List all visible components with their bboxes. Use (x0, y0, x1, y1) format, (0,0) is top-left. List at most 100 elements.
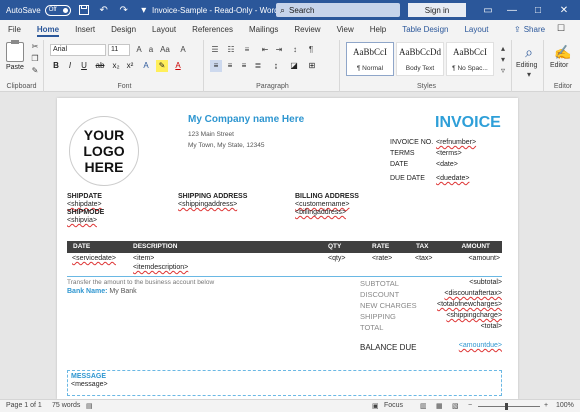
justify-icon[interactable]: ≣ (252, 60, 264, 72)
shading-icon[interactable]: ◪ (288, 60, 300, 72)
document-page[interactable]: YOUR LOGO HERE My Company name Here 123 … (57, 98, 518, 399)
col-amount: AMOUNT (461, 243, 490, 250)
tab-insert[interactable]: Insert (67, 20, 103, 38)
cut-icon[interactable]: ✂ (30, 42, 40, 52)
minimize-button[interactable]: — (500, 0, 524, 20)
bank-value: My Bank (109, 288, 137, 295)
clear-formatting-icon[interactable]: A (178, 45, 188, 55)
tab-references[interactable]: References (184, 20, 241, 38)
superscript-icon[interactable]: x² (124, 60, 136, 72)
styles-more-icon[interactable]: ▿ (498, 66, 508, 76)
tab-design[interactable]: Design (103, 20, 144, 38)
tab-file[interactable]: File (0, 20, 29, 38)
page-count[interactable]: Page 1 of 1 (6, 402, 42, 409)
undo-icon[interactable]: ↶ (97, 3, 111, 17)
sign-in-button[interactable]: Sign in (408, 3, 466, 17)
align-left-icon[interactable]: ≡ (210, 60, 222, 72)
focus-icon[interactable]: ▣ (372, 402, 379, 410)
line-spacing-icon[interactable]: ↨ (270, 60, 282, 72)
align-center-icon[interactable]: ≡ (224, 60, 236, 72)
read-mode-icon[interactable]: ▥ (420, 402, 427, 410)
shipping-address-label: SHIPPING ADDRESS (178, 193, 248, 200)
paste-button-label[interactable]: Paste (6, 64, 24, 71)
sort-icon[interactable]: ↕ (290, 45, 300, 55)
grow-font-icon[interactable]: A (134, 45, 144, 55)
maximize-button[interactable]: □ (526, 0, 550, 20)
font-name-select[interactable]: Arial (50, 44, 106, 56)
strikethrough-icon[interactable]: ab (94, 60, 106, 72)
underline-icon[interactable]: U (78, 60, 90, 72)
zoom-out-button[interactable]: − (468, 402, 472, 409)
zoom-slider-thumb[interactable] (505, 403, 508, 410)
editing-button[interactable]: Editing (516, 62, 537, 69)
editor-button[interactable]: Editor (550, 62, 568, 69)
shipping-label: SHIPPING (360, 312, 396, 321)
print-layout-icon[interactable]: ▦ (436, 402, 443, 410)
comments-icon[interactable]: ☐ (557, 23, 565, 34)
save-icon[interactable] (77, 3, 91, 17)
bullets-icon[interactable]: ☰ (210, 45, 220, 55)
font-size-select[interactable]: 11 (108, 44, 130, 56)
decrease-indent-icon[interactable]: ⇤ (260, 45, 270, 55)
ribbon-tabs: File Home Insert Design Layout Reference… (0, 20, 580, 38)
logo-placeholder[interactable]: YOUR LOGO HERE (69, 116, 139, 186)
copy-icon[interactable]: ❐ (30, 54, 40, 64)
logo-line: LOGO (83, 143, 125, 159)
word-count[interactable]: 75 words (52, 402, 80, 409)
ribbon-display-options-icon[interactable]: ▭ (476, 0, 500, 20)
discount-label: DISCOUNT (360, 290, 400, 299)
change-case-icon[interactable]: Aa (160, 45, 170, 55)
format-painter-icon[interactable]: ✎ (30, 66, 40, 76)
font-color-icon[interactable]: A (172, 60, 184, 72)
web-layout-icon[interactable]: ▧ (452, 402, 459, 410)
subscript-icon[interactable]: x₂ (110, 60, 122, 72)
tab-review[interactable]: Review (286, 20, 328, 38)
zoom-in-button[interactable]: + (544, 402, 548, 409)
numbering-icon[interactable]: ☷ (226, 45, 236, 55)
shrink-font-icon[interactable]: a (146, 45, 156, 55)
text-effects-icon[interactable]: A (140, 60, 152, 72)
col-rate: RATE (372, 243, 390, 250)
bold-icon[interactable]: B (50, 60, 62, 72)
multilevel-list-icon[interactable]: ≡ (242, 45, 252, 55)
styles-scroll-down-icon[interactable]: ▾ (498, 55, 508, 65)
find-icon[interactable]: ⌕ (519, 42, 539, 62)
highlight-icon[interactable]: ✎ (156, 60, 168, 72)
redo-icon[interactable]: ↷ (117, 3, 131, 17)
customize-toolbar-icon[interactable]: ▾ (137, 3, 151, 17)
style-no-spacing[interactable]: AaBbCcI ¶ No Spac... (446, 42, 494, 76)
tab-table-layout[interactable]: Layout (456, 20, 496, 38)
proofing-icon[interactable]: ▤ (86, 402, 93, 410)
increase-indent-icon[interactable]: ⇥ (274, 45, 284, 55)
autosave-toggle[interactable]: Off (44, 4, 71, 16)
tab-help[interactable]: Help (362, 20, 394, 38)
tab-view[interactable]: View (329, 20, 362, 38)
col-description: DESCRIPTION (133, 243, 178, 250)
focus-button[interactable]: Focus (384, 402, 403, 409)
search-box[interactable]: ⌕ Search (276, 3, 400, 17)
tab-table-design[interactable]: Table Design (394, 20, 456, 38)
tab-mailings[interactable]: Mailings (241, 20, 286, 38)
share-button[interactable]: ⇪ Share (514, 22, 550, 36)
editing-dropdown-icon[interactable]: ▾ (524, 70, 534, 80)
style-body-text[interactable]: AaBbCcDd Body Text (396, 42, 444, 76)
tab-layout[interactable]: Layout (144, 20, 184, 38)
zoom-slider[interactable] (478, 406, 540, 407)
address-line-2: My Town, My State, 12345 (188, 142, 265, 149)
styles-scroll-up-icon[interactable]: ▴ (498, 44, 508, 54)
logo-line: HERE (84, 159, 124, 175)
tab-home[interactable]: Home (29, 20, 67, 38)
show-formatting-icon[interactable]: ¶ (306, 45, 316, 55)
zoom-level[interactable]: 100% (556, 402, 574, 409)
style-normal[interactable]: AaBbCcI ¶ Normal (346, 42, 394, 76)
message-box[interactable]: MESSAGE <message> (67, 370, 502, 396)
italic-icon[interactable]: I (64, 60, 76, 72)
borders-icon[interactable]: ⊞ (306, 60, 318, 72)
paste-icon[interactable] (6, 40, 24, 62)
align-right-icon[interactable]: ≡ (238, 60, 250, 72)
close-button[interactable]: ✕ (552, 0, 576, 20)
editor-icon[interactable]: ✍ (553, 42, 573, 62)
style-name: ¶ No Spac... (452, 65, 488, 72)
new-charges-label: NEW CHARGES (360, 301, 417, 310)
styles-group: AaBbCcI ¶ Normal AaBbCcDd Body Text AaBb… (342, 40, 512, 92)
